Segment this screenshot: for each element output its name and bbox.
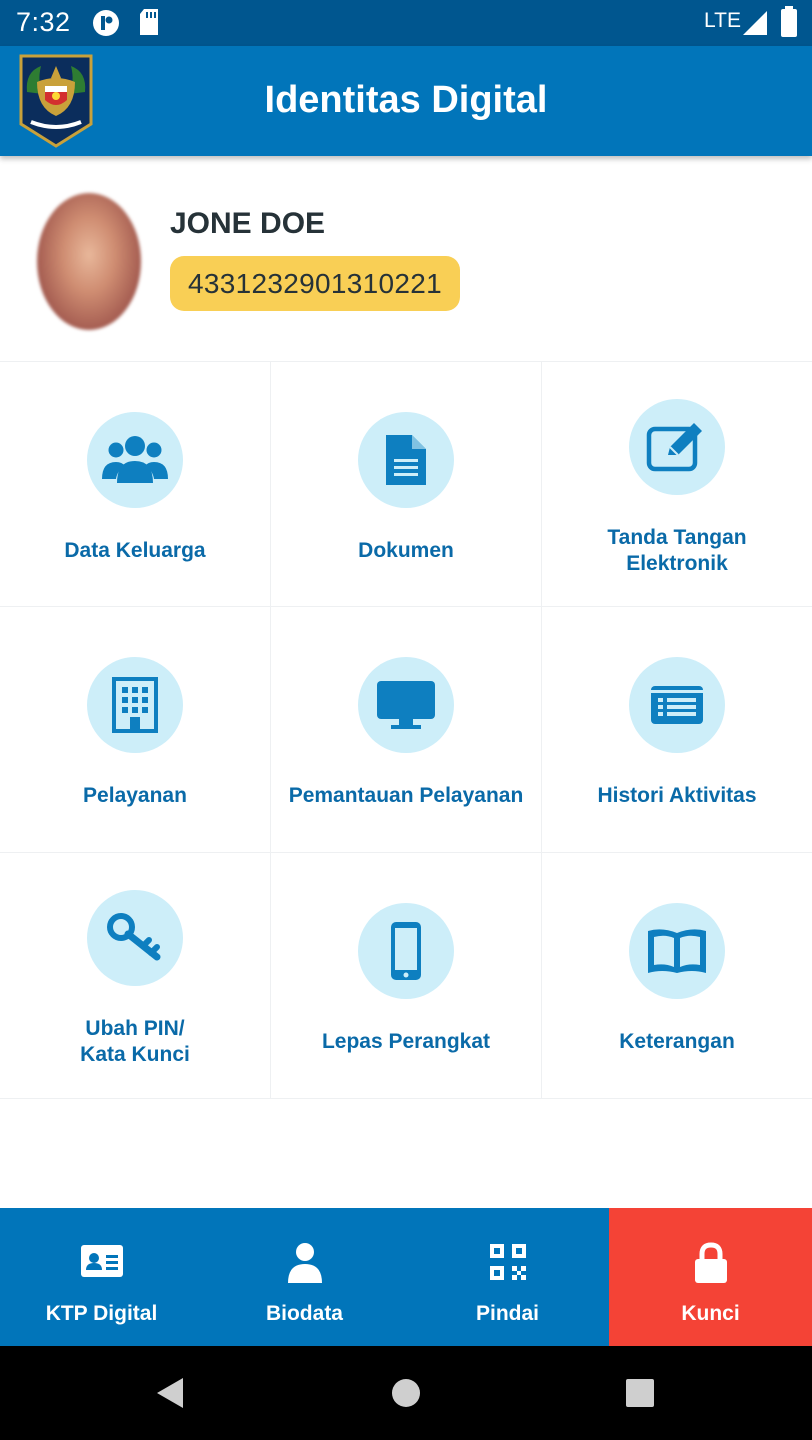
sd-card-icon [138, 8, 160, 41]
home-icon[interactable] [346, 1346, 466, 1440]
system-nav-bar [0, 1346, 812, 1440]
avatar [37, 193, 141, 330]
menu-item-lepas-perangkat[interactable]: Lepas Perangkat [271, 853, 542, 1099]
list-icon [629, 657, 725, 753]
menu-item-label: Keterangan [619, 1030, 735, 1053]
menu-item-ubah-pin[interactable]: Ubah PIN/ Kata Kunci [0, 853, 271, 1099]
menu-grid: Data Keluarga Dokumen Tanda Tangan Elekt… [0, 361, 812, 1099]
key-icon [87, 890, 183, 986]
nav-kunci[interactable]: Kunci [609, 1208, 812, 1346]
person-icon [287, 1242, 323, 1289]
id-card-icon [80, 1244, 124, 1283]
menu-item-label: Tanda Tangan Elektronik [607, 526, 747, 575]
nav-label: KTP Digital [45, 1302, 158, 1325]
nav-pindai[interactable]: Pindai [406, 1208, 609, 1346]
menu-item-pemantauan-pelayanan[interactable]: Pemantauan Pelayanan [271, 607, 542, 853]
document-icon [358, 412, 454, 508]
users-icon [87, 412, 183, 508]
signal-icon [742, 10, 768, 41]
building-icon [87, 657, 183, 753]
battery-icon [780, 6, 798, 43]
notification-app-icon [91, 8, 121, 43]
menu-item-tanda-tangan-elektronik[interactable]: Tanda Tangan Elektronik [542, 361, 812, 607]
status-bar: 7:32 LTE [0, 0, 812, 46]
menu-item-keterangan[interactable]: Keterangan [542, 853, 812, 1099]
menu-item-histori-aktivitas[interactable]: Histori Aktivitas [542, 607, 812, 853]
nav-label: Pindai [475, 1302, 539, 1325]
menu-item-label: Histori Aktivitas [597, 784, 757, 807]
nav-label: Biodata [265, 1302, 343, 1325]
nav-biodata[interactable]: Biodata [203, 1208, 406, 1346]
page-title: Identitas Digital [264, 79, 548, 121]
bottom-nav: KTP Digital Biodata Pindai Kunci [0, 1208, 812, 1346]
menu-item-label: Ubah PIN/ Kata Kunci [80, 1017, 190, 1066]
edit-icon [629, 399, 725, 495]
back-icon[interactable] [110, 1346, 230, 1440]
nik-badge: 4331232901310221 [170, 256, 460, 311]
menu-item-label: Data Keluarga [64, 539, 206, 562]
menu-item-pelayanan[interactable]: Pelayanan [0, 607, 271, 853]
network-type-label: LTE [704, 9, 741, 32]
menu-item-data-keluarga[interactable]: Data Keluarga [0, 361, 271, 607]
phone-icon [358, 903, 454, 999]
qr-code-icon [489, 1244, 526, 1285]
menu-item-label: Lepas Perangkat [321, 1030, 491, 1053]
status-time: 7:32 [16, 7, 71, 37]
book-icon [629, 903, 725, 999]
recents-icon[interactable] [580, 1346, 700, 1440]
monitor-icon [358, 657, 454, 753]
user-name: JONE DOE [170, 207, 326, 240]
menu-item-label: Pemantauan Pelayanan [288, 784, 524, 807]
menu-item-dokumen[interactable]: Dokumen [271, 361, 542, 607]
nav-ktp-digital[interactable]: KTP Digital [0, 1208, 203, 1346]
nav-label: Kunci [681, 1302, 740, 1325]
lock-icon [693, 1242, 729, 1289]
menu-item-label: Pelayanan [83, 784, 187, 807]
menu-item-label: Dokumen [358, 539, 454, 562]
app-bar: Identitas Digital [0, 46, 812, 156]
